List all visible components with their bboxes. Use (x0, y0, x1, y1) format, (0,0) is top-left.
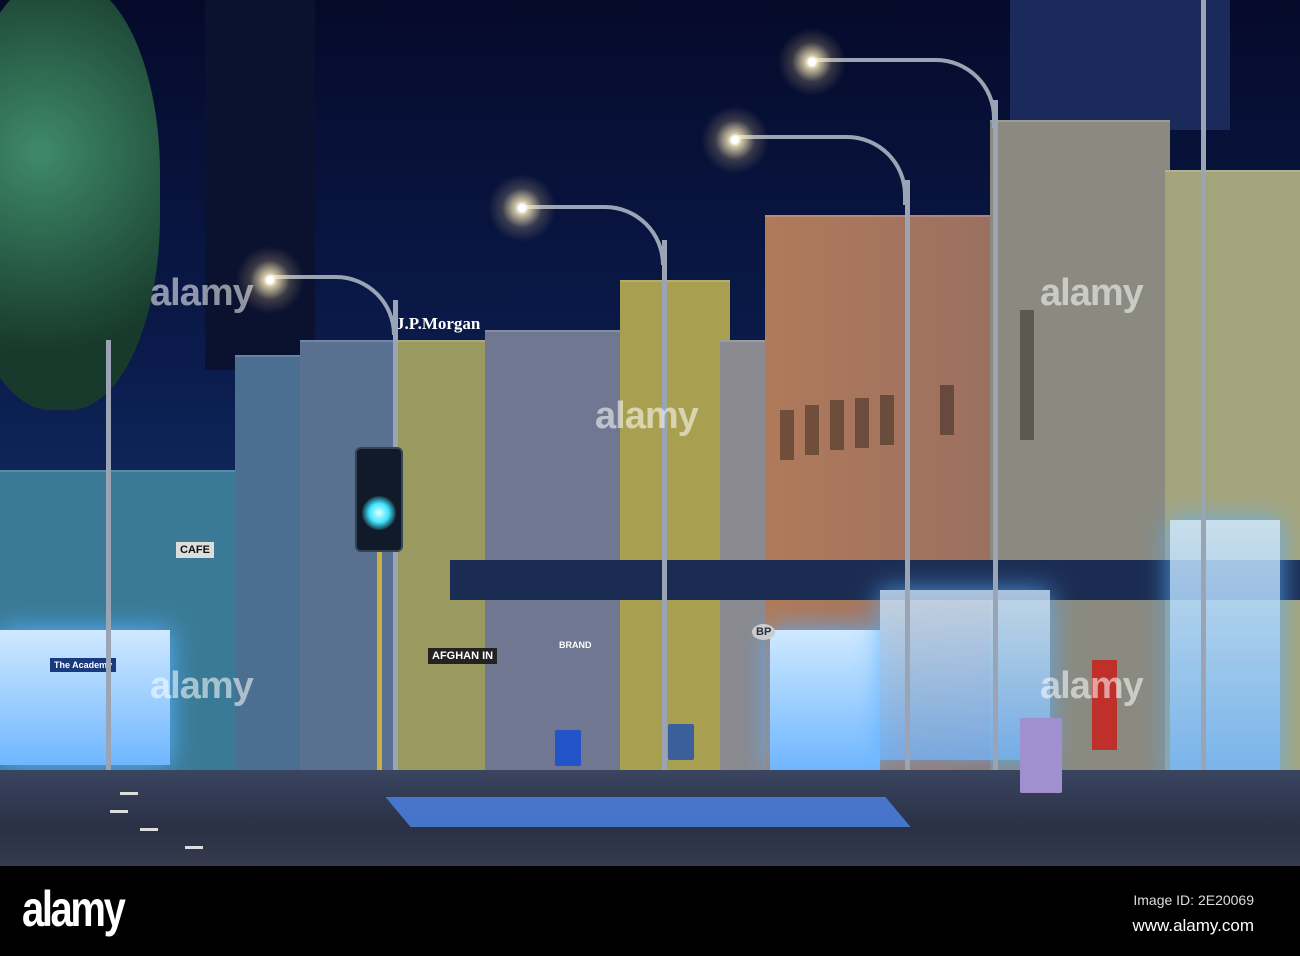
night-street-photo: J.P.Morgan AFGHAN IN CAFE The Academy BR… (0, 0, 1300, 866)
brand-sign: BRAND (559, 640, 592, 650)
watermark: alamy (150, 665, 254, 707)
wheelie-bin (668, 724, 694, 760)
shopfront (1170, 520, 1280, 780)
footer-bar: alamy Image ID: 2E20069 www.alamy.com (0, 866, 1300, 956)
site-url[interactable]: www.alamy.com (1132, 916, 1254, 936)
shopfront (770, 630, 880, 770)
watermark: alamy (595, 395, 699, 437)
building-yellow (620, 280, 730, 770)
skyscraper (1010, 0, 1230, 130)
street-lamp (695, 100, 775, 180)
watermark: alamy (1040, 272, 1144, 314)
image-id: Image ID: 2E20069 (1133, 892, 1254, 908)
shopfront (0, 630, 170, 765)
building-yellow (395, 340, 490, 770)
cafe-sign: CAFE (176, 542, 214, 558)
watermark: alamy (1040, 665, 1144, 707)
watermark: alamy (150, 272, 254, 314)
median (385, 797, 911, 827)
afghan-sign: AFGHAN IN (428, 648, 498, 664)
wheelie-bin (555, 730, 581, 766)
alamy-logo: alamy (22, 881, 126, 937)
wheelie-bin (1020, 718, 1062, 793)
building (720, 340, 770, 770)
jpmorgan-sign: J.P.Morgan (396, 314, 481, 333)
street-lamp (772, 22, 852, 102)
green-light (362, 496, 396, 530)
building (300, 340, 400, 770)
street-lamp (482, 168, 562, 248)
tree (0, 0, 160, 410)
